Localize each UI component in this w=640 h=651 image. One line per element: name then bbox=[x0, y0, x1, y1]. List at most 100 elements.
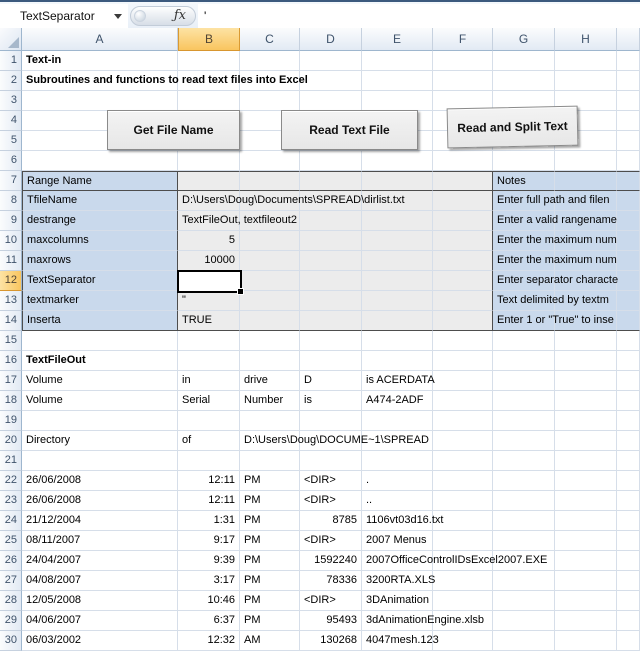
cell-F15[interactable] bbox=[433, 331, 493, 351]
cell-A6[interactable] bbox=[22, 151, 178, 171]
cell-G27[interactable] bbox=[493, 571, 555, 591]
cell-C18[interactable]: Number bbox=[240, 391, 300, 411]
cell-I21[interactable] bbox=[617, 451, 640, 471]
cell-E28[interactable]: 3DAnimation bbox=[362, 591, 433, 611]
cell-E17[interactable]: is ACERDATA bbox=[362, 371, 435, 391]
cell-C19[interactable] bbox=[240, 411, 300, 431]
cell-H26[interactable] bbox=[555, 551, 617, 571]
cell-A29[interactable]: 04/06/2007 bbox=[22, 611, 178, 631]
cell-F30[interactable] bbox=[433, 631, 493, 651]
cell-D26[interactable]: 1592240 bbox=[300, 551, 362, 571]
cell-C27[interactable]: PM bbox=[240, 571, 300, 591]
cell-I22[interactable] bbox=[617, 471, 640, 491]
cell-A11[interactable]: maxrows bbox=[22, 251, 178, 271]
cell-C22[interactable]: PM bbox=[240, 471, 300, 491]
row-header-22[interactable]: 22 bbox=[0, 471, 22, 491]
cell-F20[interactable] bbox=[433, 431, 493, 451]
cell-H19[interactable] bbox=[555, 411, 617, 431]
cell-E3[interactable] bbox=[362, 91, 433, 111]
cell-A23[interactable]: 26/06/2008 bbox=[22, 491, 178, 511]
cell-B25[interactable]: 9:17 bbox=[178, 531, 240, 551]
cell-B23[interactable]: 12:11 bbox=[178, 491, 240, 511]
cell-C25[interactable]: PM bbox=[240, 531, 300, 551]
cell-A25[interactable]: 08/11/2007 bbox=[22, 531, 178, 551]
cell-B1[interactable] bbox=[178, 51, 240, 71]
cell-B9[interactable]: TextFileOut, textfileout2 bbox=[178, 211, 297, 231]
cell-I9[interactable] bbox=[617, 211, 640, 231]
cell-E6[interactable] bbox=[362, 151, 433, 171]
cell-A19[interactable] bbox=[22, 411, 178, 431]
row-header-20[interactable]: 20 bbox=[0, 431, 22, 451]
active-cell-selection[interactable] bbox=[177, 270, 244, 295]
cell-G10[interactable]: Enter the maximum num bbox=[493, 231, 617, 251]
cell-I17[interactable] bbox=[617, 371, 640, 391]
cell-B8[interactable]: D:\Users\Doug\Documents\SPREAD\dirlist.t… bbox=[178, 191, 405, 211]
cell-C21[interactable] bbox=[240, 451, 300, 471]
col-header-F[interactable]: F bbox=[433, 28, 493, 51]
cell-E19[interactable] bbox=[362, 411, 433, 431]
cell-B19[interactable] bbox=[178, 411, 240, 431]
cell-E25[interactable]: 2007 Menus bbox=[362, 531, 433, 551]
cell-D9[interactable] bbox=[300, 211, 362, 231]
cell-H30[interactable] bbox=[555, 631, 617, 651]
row-header-8[interactable]: 8 bbox=[0, 191, 22, 211]
cell-D30[interactable]: 130268 bbox=[300, 631, 362, 651]
cell-C24[interactable]: PM bbox=[240, 511, 300, 531]
cell-B17[interactable]: in bbox=[178, 371, 240, 391]
cell-G15[interactable] bbox=[493, 331, 555, 351]
cell-B29[interactable]: 6:37 bbox=[178, 611, 240, 631]
cell-D15[interactable] bbox=[300, 331, 362, 351]
row-header-5[interactable]: 5 bbox=[0, 131, 22, 151]
cell-C26[interactable]: PM bbox=[240, 551, 300, 571]
cell-B7[interactable] bbox=[178, 171, 240, 191]
cell-C13[interactable] bbox=[240, 291, 300, 311]
cell-H2[interactable] bbox=[555, 71, 617, 91]
cell-A9[interactable]: destrange bbox=[22, 211, 178, 231]
cell-B10[interactable]: 5 bbox=[178, 231, 240, 251]
cell-D29[interactable]: 95493 bbox=[300, 611, 362, 631]
cell-C7[interactable] bbox=[240, 171, 300, 191]
cell-C30[interactable]: AM bbox=[240, 631, 300, 651]
cell-F1[interactable] bbox=[433, 51, 493, 71]
cell-I13[interactable] bbox=[617, 291, 640, 311]
cell-B14[interactable]: TRUE bbox=[178, 311, 240, 331]
cell-H6[interactable] bbox=[555, 151, 617, 171]
cell-B24[interactable]: 1:31 bbox=[178, 511, 240, 531]
cell-C12[interactable] bbox=[240, 271, 300, 291]
row-header-30[interactable]: 30 bbox=[0, 631, 22, 651]
cell-A8[interactable]: TfileName bbox=[22, 191, 178, 211]
cell-A7[interactable]: Range Name bbox=[22, 171, 178, 191]
cell-A18[interactable]: Volume bbox=[22, 391, 178, 411]
cell-I14[interactable] bbox=[617, 311, 640, 331]
cell-A20[interactable]: Directory bbox=[22, 431, 178, 451]
cell-G24[interactable] bbox=[493, 511, 555, 531]
cell-H24[interactable] bbox=[555, 511, 617, 531]
cell-B28[interactable]: 10:46 bbox=[178, 591, 240, 611]
cell-D17[interactable]: D bbox=[300, 371, 362, 391]
cell-F14[interactable] bbox=[433, 311, 493, 331]
cell-I15[interactable] bbox=[617, 331, 640, 351]
cell-F25[interactable] bbox=[433, 531, 493, 551]
row-header-26[interactable]: 26 bbox=[0, 551, 22, 571]
cell-B3[interactable] bbox=[178, 91, 240, 111]
cell-E10[interactable] bbox=[362, 231, 433, 251]
cell-A17[interactable]: Volume bbox=[22, 371, 178, 391]
cell-E9[interactable] bbox=[362, 211, 433, 231]
cell-A1[interactable]: Text-in bbox=[22, 51, 178, 71]
cell-F11[interactable] bbox=[433, 251, 493, 271]
cell-G2[interactable] bbox=[493, 71, 555, 91]
cell-B13[interactable]: " bbox=[178, 291, 240, 311]
cell-E15[interactable] bbox=[362, 331, 433, 351]
cell-E16[interactable] bbox=[362, 351, 433, 371]
cell-G23[interactable] bbox=[493, 491, 555, 511]
cell-D23[interactable]: <DIR> bbox=[300, 491, 362, 511]
cell-A10[interactable]: maxcolumns bbox=[22, 231, 178, 251]
cell-C10[interactable] bbox=[240, 231, 300, 251]
cell-G16[interactable] bbox=[493, 351, 555, 371]
row-header-3[interactable]: 3 bbox=[0, 91, 22, 111]
cell-I3[interactable] bbox=[617, 91, 640, 111]
cell-G1[interactable] bbox=[493, 51, 555, 71]
cell-F23[interactable] bbox=[433, 491, 493, 511]
cell-A13[interactable]: textmarker bbox=[22, 291, 178, 311]
cell-C11[interactable] bbox=[240, 251, 300, 271]
